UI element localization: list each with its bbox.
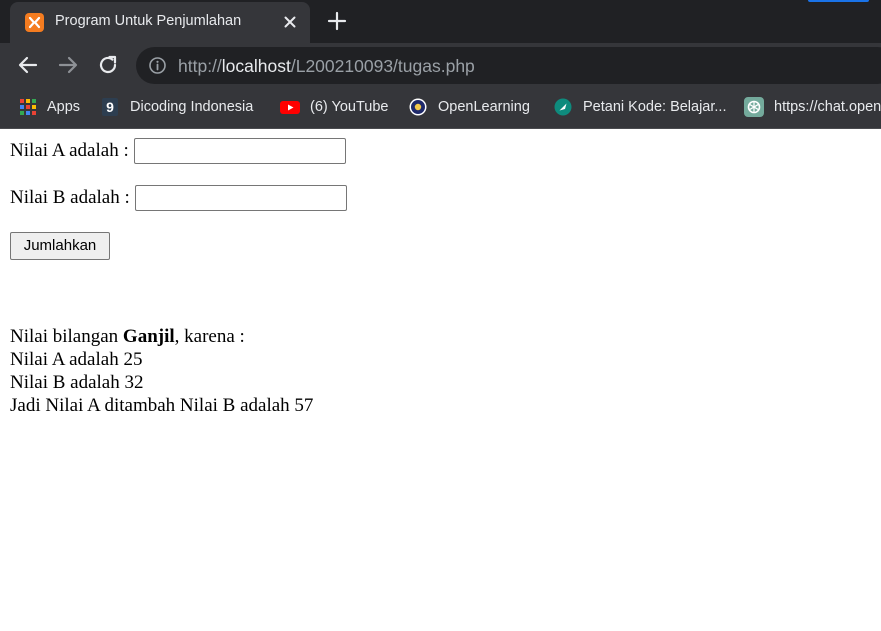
active-tab[interactable]: Program Untuk Penjumlahan xyxy=(10,2,310,43)
bookmark-openlearning[interactable]: OpenLearning xyxy=(409,96,530,118)
label-nilai-a: Nilai A adalah : xyxy=(10,140,129,161)
bookmark-label: https://chat.openai.com xyxy=(774,99,881,115)
xampp-favicon-icon xyxy=(25,13,44,32)
url-scheme: http:// xyxy=(178,56,222,76)
url-text[interactable]: http://localhost/L200210093/tugas.php xyxy=(178,56,475,77)
bookmark-label: OpenLearning xyxy=(438,99,530,115)
result-line-a: Nilai A adalah 25 xyxy=(10,349,143,370)
bookmark-dicoding[interactable]: 9 Dicoding Indonesia xyxy=(101,96,253,118)
bookmark-label: Apps xyxy=(47,99,81,115)
input-row-b: Nilai B adalah : xyxy=(10,185,347,211)
reload-icon[interactable] xyxy=(96,53,120,77)
url-path: /L200210093/tugas.php xyxy=(290,56,475,76)
nilai-b-input[interactable] xyxy=(134,185,347,211)
bookmark-label: (6) YouTube xyxy=(310,99,389,115)
bookmark-petanikode[interactable]: Petani Kode: Belajar... xyxy=(554,96,727,118)
result-line-b: Nilai B adalah 32 xyxy=(10,372,144,393)
result-suffix: , karena : xyxy=(174,326,245,347)
site-info-icon[interactable] xyxy=(148,56,167,75)
result-heading: Nilai bilangan Ganjil, karena : xyxy=(10,325,245,348)
bookmark-youtube[interactable]: (6) YouTube xyxy=(280,96,388,118)
back-arrow-icon[interactable] xyxy=(16,53,40,77)
browser-toolbar: http://localhost/L200210093/tugas.php xyxy=(0,43,881,87)
input-row-a: Nilai A adalah : xyxy=(10,138,346,164)
tab-title: Program Untuk Penjumlahan xyxy=(55,13,242,29)
apps-grid-icon xyxy=(19,98,37,116)
result-prefix: Nilai bilangan xyxy=(10,326,123,347)
bookmark-chatgpt[interactable]: https://chat.openai.com xyxy=(744,96,881,118)
label-nilai-b: Nilai B adalah : xyxy=(10,187,130,208)
new-tab-icon[interactable] xyxy=(326,10,348,32)
nilai-a-input[interactable] xyxy=(133,138,346,164)
bookmark-label: Dicoding Indonesia xyxy=(130,99,254,115)
address-bar[interactable]: http://localhost/L200210093/tugas.php xyxy=(136,47,881,84)
chatgpt-icon xyxy=(744,97,764,117)
dicoding-icon: 9 xyxy=(101,98,119,116)
bookmarks-bar: Apps 9 Dicoding Indonesia (6) YouTube Op… xyxy=(0,87,881,129)
tab-strip: Program Untuk Penjumlahan xyxy=(0,0,881,43)
petanikode-icon xyxy=(554,98,572,116)
url-host: localhost xyxy=(221,56,291,76)
bookmark-apps[interactable]: Apps xyxy=(19,96,80,118)
forward-arrow-icon[interactable] xyxy=(56,53,80,77)
result-line-sum: Jadi Nilai A ditambah Nilai B adalah 57 xyxy=(10,395,314,416)
window-control-accent xyxy=(808,0,869,2)
page-content: Nilai A adalah : Nilai B adalah : Jumlah… xyxy=(0,129,881,631)
jumlahkan-button[interactable]: Jumlahkan xyxy=(10,232,110,260)
tab-close-icon[interactable] xyxy=(280,12,300,32)
svg-text:9: 9 xyxy=(106,99,114,115)
youtube-icon xyxy=(280,98,300,116)
openlearning-icon xyxy=(409,98,427,116)
result-parity: Ganjil xyxy=(122,326,175,347)
bookmark-label: Petani Kode: Belajar... xyxy=(583,99,727,115)
